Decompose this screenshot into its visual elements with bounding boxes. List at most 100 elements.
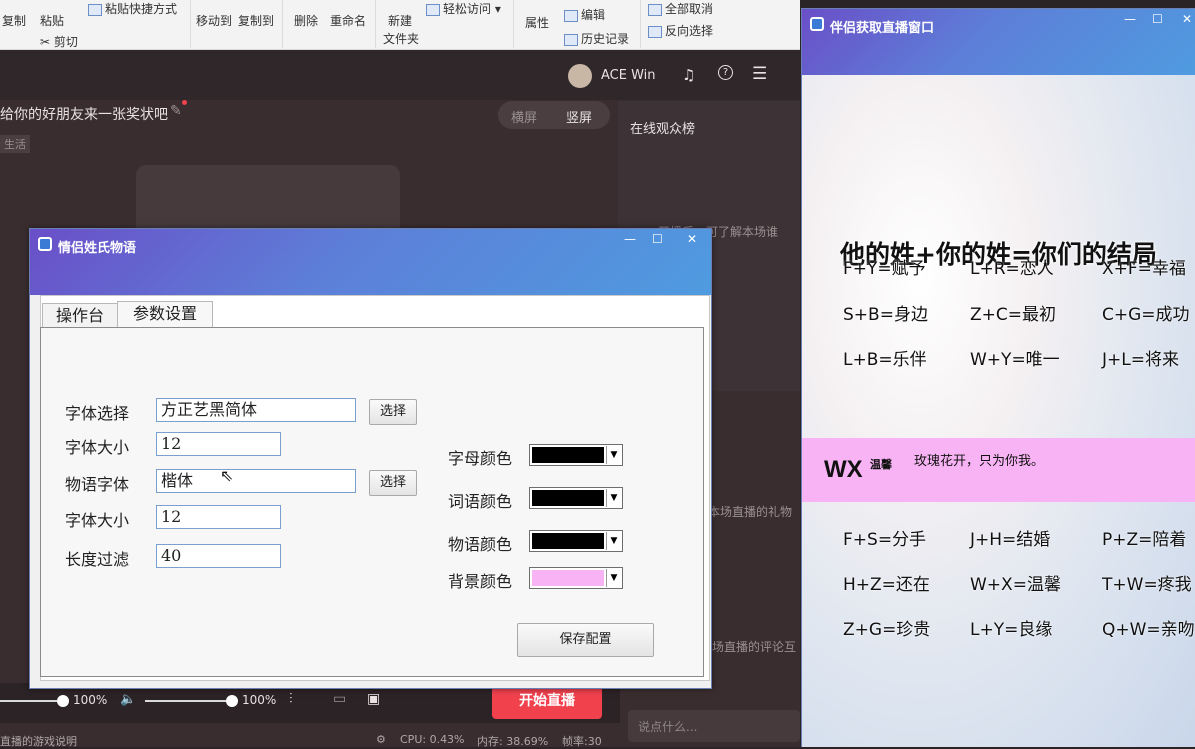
pair-item: H+Z=还在	[843, 575, 930, 595]
pair-item: T+W=疼我	[1102, 575, 1192, 595]
select-font-button[interactable]: 选择	[369, 399, 417, 425]
cut-button[interactable]: ✂ 剪切	[40, 33, 78, 50]
headset-icon[interactable]: ♫	[682, 66, 695, 84]
speaker-volume-slider[interactable]	[145, 700, 233, 702]
stream-preview	[136, 165, 400, 235]
mixer-icon[interactable]: ⫶	[289, 691, 293, 707]
move-to-button[interactable]: 移动到	[196, 12, 232, 29]
pair-item: C+G=成功	[1102, 305, 1190, 325]
speaker-icon[interactable]: 🔈	[120, 692, 136, 707]
pair-item: X+F=幸福	[1102, 259, 1186, 279]
paste-button[interactable]: 粘贴	[40, 12, 64, 29]
copy-to-button[interactable]: 复制到	[238, 12, 274, 29]
help-icon[interactable]: ?	[718, 65, 733, 80]
story-color-swatch	[532, 533, 604, 549]
pair-item: J+L=将来	[1102, 350, 1179, 370]
tab-console[interactable]: 操作台	[42, 303, 118, 329]
new-folder-button-line1[interactable]: 新建	[388, 12, 412, 29]
settings-icon[interactable]: ⚙	[376, 733, 386, 746]
pair-item: L+R=恋人	[970, 259, 1054, 279]
preview-titlebar[interactable]: 伴侣获取直播窗口 — ☐ ✕	[802, 9, 1195, 75]
story-font-field[interactable]: 楷体	[156, 469, 356, 493]
history-button[interactable]: 历史记录	[564, 30, 629, 47]
preview-canvas: 他的姓+你的姓=你们的结局 F+Y=赋予 L+R=恋人 X+F=幸福 S+B=身边 Z+…	[802, 75, 1195, 747]
username[interactable]: ACE Win	[601, 68, 656, 83]
portrait-option[interactable]: 竖屏	[566, 107, 592, 126]
status-bar: 直播的游戏说明 ⚙ CPU: 0.43% 内存: 38.69% 帧率:30	[0, 733, 800, 748]
invert-selection-label: 反向选择	[665, 24, 714, 38]
copy-button[interactable]: 复制	[2, 12, 26, 29]
stream-title: 给你的好朋友来一张奖状吧	[0, 107, 168, 123]
font-size-field[interactable]: 12	[156, 432, 281, 456]
pair-item: Z+G=珍贵	[843, 620, 931, 640]
maximize-button[interactable]: ☐	[652, 232, 663, 246]
live-topbar: ACE Win ♫ ? ☰	[0, 50, 800, 100]
letter-color-select[interactable]: ▼	[529, 444, 623, 466]
paste-shortcut-button[interactable]: 粘贴快捷方式	[88, 0, 177, 17]
category-tag[interactable]: 生活	[0, 135, 30, 153]
paste-shortcut-label: 粘贴快捷方式	[105, 2, 178, 16]
delete-button[interactable]: 删除	[294, 12, 318, 29]
menu-icon[interactable]: ☰	[752, 64, 767, 84]
landscape-option[interactable]: 横屏	[511, 107, 537, 126]
font-label: 字体选择	[65, 404, 130, 423]
settings-title: 情侣姓氏物语	[58, 241, 137, 256]
chevron-down-icon: ▼	[606, 446, 621, 464]
new-folder-button-line2[interactable]: 文件夹	[383, 30, 419, 47]
length-filter-label: 长度过滤	[65, 550, 130, 569]
save-config-button[interactable]: 保存配置	[517, 623, 654, 657]
orientation-toggle[interactable]: 横屏 竖屏	[498, 101, 610, 129]
story-size-field[interactable]: 12	[156, 505, 281, 529]
pair-item: F+Y=赋予	[843, 259, 926, 279]
minimize-button[interactable]: —	[624, 232, 636, 246]
edit-icon	[564, 9, 578, 22]
story-color-select[interactable]: ▼	[529, 530, 623, 552]
word-color-select[interactable]: ▼	[529, 487, 623, 509]
banner-name: 温馨	[870, 458, 892, 471]
settings-window: 情侣姓氏物语 — ☐ ✕ 操作台 参数设置 字体选择 方正艺黑简体 选择 字体大…	[29, 228, 712, 689]
mic-volume-slider[interactable]	[0, 700, 62, 702]
preview-title: 伴侣获取直播窗口	[830, 21, 935, 36]
bg-color-select[interactable]: ▼	[529, 567, 623, 589]
app-icon	[810, 17, 824, 31]
mic-volume-value: 100%	[73, 693, 108, 707]
ribbon-divider	[190, 0, 191, 48]
close-button[interactable]: ✕	[1182, 12, 1192, 26]
maximize-button[interactable]: ☐	[1152, 12, 1163, 26]
tab-params[interactable]: 参数设置	[117, 301, 213, 329]
easy-access-button[interactable]: 轻松访问 ▾	[426, 0, 501, 17]
history-icon	[564, 33, 578, 46]
pair-item: F+S=分手	[843, 530, 927, 550]
word-color-label: 词语颜色	[448, 492, 513, 511]
pair-item: L+B=乐伴	[843, 350, 927, 370]
minimize-button[interactable]: —	[1124, 12, 1136, 26]
select-story-font-button[interactable]: 选择	[369, 470, 417, 496]
select-none-button[interactable]: 全部取消	[648, 0, 713, 17]
easy-access-icon	[426, 3, 440, 16]
story-color-label: 物语颜色	[448, 535, 513, 554]
length-filter-field[interactable]: 40	[156, 544, 281, 568]
word-color-swatch	[532, 490, 604, 506]
ribbon-divider	[282, 0, 283, 48]
close-button[interactable]: ✕	[687, 232, 697, 246]
story-font-label: 物语字体	[65, 475, 130, 494]
notification-dot	[182, 100, 187, 105]
camera-icon[interactable]: ▣	[367, 691, 380, 707]
params-tab-pane: 字体选择 方正艺黑简体 选择 字体大小 12 物语字体 楷体 选择 字体大小 1…	[40, 327, 704, 677]
font-field[interactable]: 方正艺黑简体	[156, 398, 356, 422]
mic-volume-knob[interactable]	[57, 695, 69, 707]
rename-button[interactable]: 重命名	[330, 12, 366, 29]
pair-item: Z+C=最初	[970, 305, 1057, 325]
pair-item: S+B=身边	[843, 305, 928, 325]
invert-selection-button[interactable]: 反向选择	[648, 22, 713, 39]
speaker-volume-knob[interactable]	[226, 695, 238, 707]
edit-title-icon[interactable]: ✎	[170, 103, 182, 119]
edit-button[interactable]: 编辑	[564, 6, 605, 23]
pair-item: Q+W=亲吻	[1102, 620, 1195, 640]
ribbon-divider	[513, 0, 514, 48]
properties-button[interactable]: 属性	[525, 14, 549, 31]
screen-icon[interactable]: ▭	[333, 691, 346, 707]
avatar[interactable]	[568, 64, 592, 88]
settings-titlebar[interactable]: 情侣姓氏物语 — ☐ ✕	[30, 229, 711, 295]
bg-color-swatch	[532, 570, 604, 586]
